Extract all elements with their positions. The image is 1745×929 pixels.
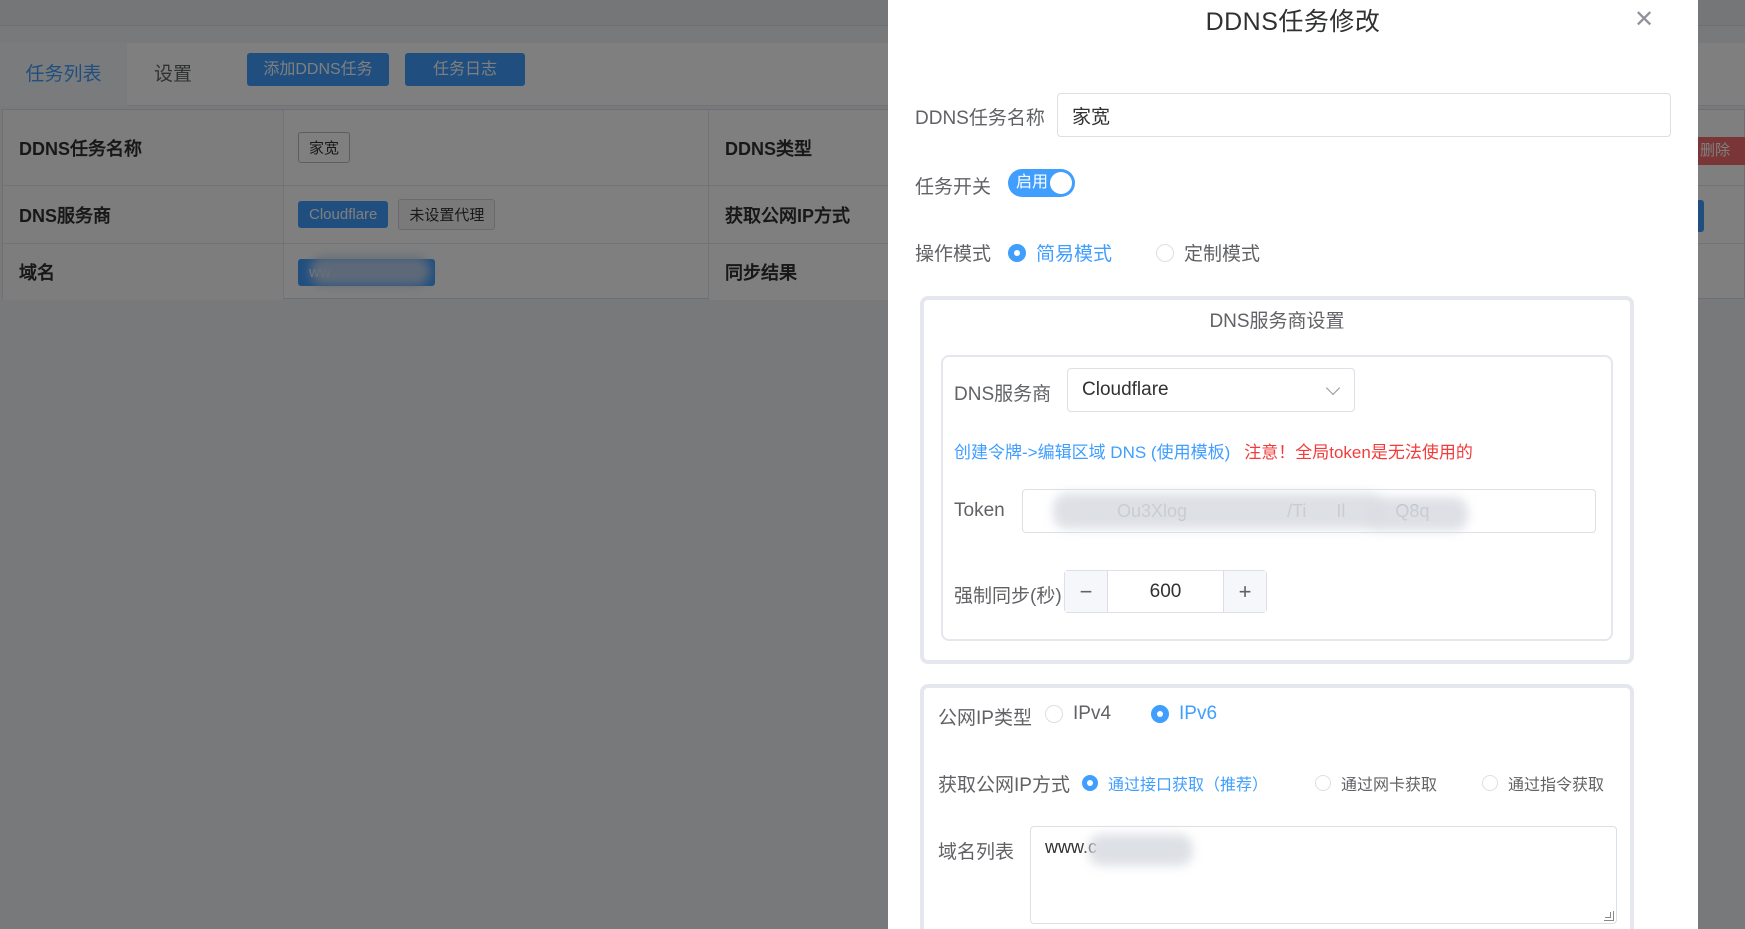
force-sync-label: 强制同步(秒): [954, 586, 1062, 607]
dns-provider-label: DNS服务商: [954, 384, 1052, 405]
radio-dot: [1045, 705, 1063, 723]
drawer-title: DDNS任务修改: [1205, 8, 1381, 36]
edit-drawer: DDNS任务修改 ✕ DDNS任务名称 任务开关 启用 操作模式 简易模式 定制…: [888, 0, 1698, 929]
radio-label: 通过指令获取: [1508, 777, 1605, 794]
radio-dot: [1315, 775, 1331, 791]
radio-ipv4[interactable]: IPv4: [1045, 703, 1111, 725]
resize-handle-icon[interactable]: [1604, 911, 1614, 921]
radio-label: 通过接口获取（推荐）: [1108, 777, 1269, 794]
radio-label: 通过网卡获取: [1341, 777, 1438, 794]
decrement-button[interactable]: −: [1065, 571, 1108, 612]
help-row: 创建令牌->编辑区域 DNS (使用模板) 注意！全局token是无法使用的: [954, 438, 1473, 463]
mode-label: 操作模式: [915, 244, 992, 265]
create-token-link[interactable]: 创建令牌->编辑区域 DNS (使用模板): [954, 443, 1230, 462]
radio-label: 简易模式: [1036, 244, 1113, 265]
force-sync-value[interactable]: 600: [1108, 571, 1223, 612]
radio-dot: [1482, 775, 1498, 791]
select-value: Cloudflare: [1082, 379, 1169, 400]
radio-dot: [1151, 705, 1169, 723]
chevron-down-icon: [1325, 380, 1341, 396]
dns-settings-title: DNS服务商设置: [1209, 311, 1345, 332]
radio-label: IPv6: [1179, 703, 1218, 724]
token-warning: 注意！全局token是无法使用的: [1244, 443, 1473, 462]
switch-knob: [1050, 172, 1072, 194]
redaction-blur: [1088, 834, 1193, 866]
radio-via-api[interactable]: 通过接口获取（推荐）: [1082, 771, 1268, 795]
radio-via-nic[interactable]: 通过网卡获取: [1315, 771, 1437, 795]
radio-dot: [1082, 775, 1098, 791]
radio-label: 定制模式: [1184, 244, 1261, 265]
task-switch-label: 任务开关: [915, 177, 992, 198]
close-icon[interactable]: ✕: [1630, 6, 1658, 34]
radio-via-command[interactable]: 通过指令获取: [1482, 771, 1604, 795]
radio-custom-mode[interactable]: 定制模式: [1156, 239, 1260, 266]
radio-simple-mode[interactable]: 简易模式: [1008, 239, 1112, 266]
task-name-input[interactable]: [1057, 93, 1671, 137]
force-sync-stepper: − 600 +: [1064, 570, 1267, 613]
ip-type-label: 公网IP类型: [938, 708, 1032, 729]
redaction-blur: [1053, 493, 1383, 529]
domain-list-label: 域名列表: [938, 842, 1015, 863]
task-name-label: DDNS任务名称: [915, 108, 1045, 129]
token-label: Token: [954, 500, 1005, 521]
switch-text: 启用: [1016, 174, 1049, 191]
radio-dot: [1008, 243, 1026, 262]
radio-ipv6[interactable]: IPv6: [1151, 703, 1217, 725]
dns-provider-select[interactable]: Cloudflare: [1067, 368, 1355, 412]
radio-label: IPv4: [1073, 703, 1112, 724]
radio-dot: [1156, 243, 1174, 262]
redaction-blur: [1368, 497, 1468, 531]
dns-settings-inner: DNS服务商 Cloudflare 创建令牌->编辑区域 DNS (使用模板) 注…: [941, 355, 1613, 641]
increment-button[interactable]: +: [1223, 571, 1266, 612]
task-enable-switch[interactable]: 启用: [1008, 169, 1075, 197]
dns-settings-card: DNS服务商设置 DNS服务商 Cloudflare 创建令牌->编辑区域 DN…: [920, 296, 1634, 664]
ip-method-label: 获取公网IP方式: [938, 775, 1070, 796]
